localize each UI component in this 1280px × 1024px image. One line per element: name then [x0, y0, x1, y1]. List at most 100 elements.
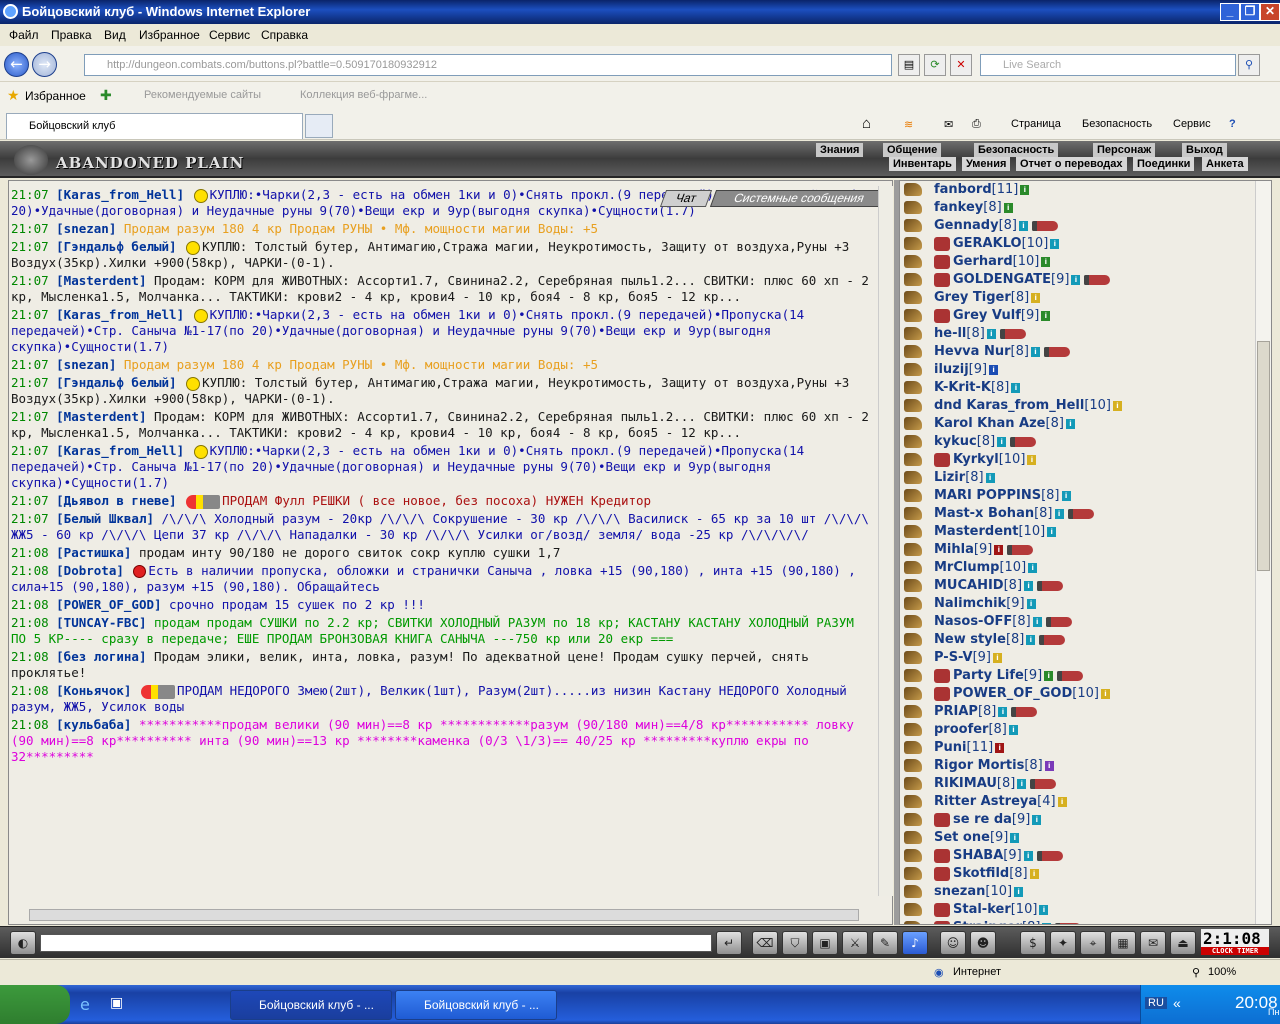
user-entry[interactable]: MUCAHID[8] i: [934, 578, 1064, 593]
user-entry[interactable]: Strainger[8]i: [934, 920, 1082, 924]
private-message-icon[interactable]: [904, 525, 922, 538]
user-row[interactable]: he-ll[8] i: [900, 325, 1254, 343]
user-info-icon[interactable]: i: [1065, 418, 1075, 429]
zoom-level[interactable]: 100%: [1208, 966, 1236, 978]
private-message-icon[interactable]: [904, 759, 922, 772]
user-entry[interactable]: proofer[8] i: [934, 722, 1018, 737]
friends-icon[interactable]: ☻: [970, 931, 996, 955]
user-name[interactable]: Hevva Nur: [934, 344, 1011, 359]
user-entry[interactable]: fankey[8] i: [934, 200, 1013, 215]
user-info-icon[interactable]: i: [1018, 220, 1028, 231]
user-entry[interactable]: dnd Karas_from_Hell[10] i: [934, 398, 1122, 413]
user-entry[interactable]: kykuc[8] i: [934, 434, 1037, 449]
music-icon[interactable]: ♪: [902, 931, 928, 955]
private-message-icon[interactable]: [904, 363, 922, 376]
filter-icon[interactable]: ⛉: [782, 931, 808, 955]
user-name[interactable]: snezan: [934, 884, 985, 899]
user-entry[interactable]: snezan[10] i: [934, 884, 1024, 899]
recommended-sites-link[interactable]: Рекомендуемые сайты: [144, 89, 261, 101]
mail-game-icon[interactable]: ✉: [1140, 931, 1166, 955]
user-row[interactable]: snezan[10] i: [900, 883, 1254, 901]
user-name[interactable]: New style: [934, 632, 1006, 647]
user-name[interactable]: Kyrkyl: [953, 452, 999, 467]
user-info-icon[interactable]: i: [998, 706, 1008, 717]
user-name[interactable]: GOLDENGATE: [953, 272, 1051, 287]
user-entry[interactable]: Grey Tiger[8] i: [934, 290, 1041, 305]
chat-horizontal-scrollbar[interactable]: [29, 909, 859, 921]
user-name[interactable]: Grey Tiger: [934, 290, 1011, 305]
user-row[interactable]: Puni[11] i: [900, 739, 1254, 757]
private-message-icon[interactable]: [904, 795, 922, 808]
tab-active[interactable]: Бойцовский клуб: [6, 113, 303, 139]
user-name[interactable]: Gennady: [934, 218, 999, 233]
user-entry[interactable]: Gerhard[10] i: [934, 254, 1051, 269]
nav-battles[interactable]: Поединки: [1133, 157, 1195, 171]
user-entry[interactable]: Kyrkyl[10] i: [934, 452, 1037, 467]
user-info-icon[interactable]: i: [1010, 832, 1020, 843]
menu-view[interactable]: Вид: [104, 28, 126, 42]
compat-view-icon[interactable]: ▤: [898, 54, 920, 76]
private-message-icon[interactable]: [904, 201, 922, 214]
user-entry[interactable]: Skotfild[8] i: [934, 866, 1039, 881]
tools-menu[interactable]: Сервис: [1173, 118, 1211, 130]
chat-nick[interactable]: [Гэндальф белый]: [56, 239, 176, 254]
user-entry[interactable]: Party Life[9] i: [934, 668, 1084, 683]
nav-knowledge[interactable]: Знания: [816, 143, 864, 157]
user-name[interactable]: he-ll: [934, 326, 966, 341]
private-message-icon[interactable]: [904, 183, 922, 196]
user-row[interactable]: GOLDENGATE[9] i: [900, 271, 1254, 289]
add-favorite-icon[interactable]: ✚: [100, 87, 112, 104]
user-info-icon[interactable]: i: [1041, 256, 1051, 267]
nav-inventory[interactable]: Инвентарь: [889, 157, 956, 171]
ie-quicklaunch-icon[interactable]: e: [80, 995, 90, 1014]
user-name[interactable]: MrClump: [934, 560, 999, 575]
user-name[interactable]: Stal-ker: [953, 902, 1011, 917]
user-row[interactable]: fanbord[11] i: [900, 181, 1254, 199]
user-row[interactable]: POWER_OF_GOD[10] i: [900, 685, 1254, 703]
chat-vertical-scrollbar[interactable]: [878, 186, 893, 896]
private-message-icon[interactable]: [904, 903, 922, 916]
new-tab-button[interactable]: [305, 114, 333, 138]
user-info-icon[interactable]: i: [1057, 796, 1067, 807]
user-info-icon[interactable]: i: [1047, 526, 1057, 537]
user-name[interactable]: Mast-x Bohan: [934, 506, 1034, 521]
user-entry[interactable]: Grey Vulf[9] i: [934, 308, 1051, 323]
money-icon[interactable]: $: [1020, 931, 1046, 955]
user-row[interactable]: Hevva Nur[8] i: [900, 343, 1254, 361]
menu-edit[interactable]: Правка: [51, 28, 92, 42]
web-slice-gallery-link[interactable]: Коллекция веб-фрагме...: [300, 89, 427, 101]
language-indicator[interactable]: RU: [1145, 997, 1167, 1009]
user-info-icon[interactable]: i: [1026, 634, 1036, 645]
private-message-icon[interactable]: [904, 327, 922, 340]
user-entry[interactable]: Karol Khan Aze[8] i: [934, 416, 1075, 431]
private-message-icon[interactable]: [904, 615, 922, 628]
user-entry[interactable]: he-ll[8] i: [934, 326, 1026, 341]
chat-nick[interactable]: [Белый Шквал]: [56, 511, 154, 526]
user-row[interactable]: Mast-x Bohan[8] i: [900, 505, 1254, 523]
chat-nick[interactable]: [Дьявол в гневе]: [56, 493, 176, 508]
user-row[interactable]: MUCAHID[8] i: [900, 577, 1254, 595]
user-info-icon[interactable]: i: [1039, 904, 1049, 915]
user-info-icon[interactable]: i: [986, 328, 996, 339]
tab-system-messages[interactable]: Системные сообщения: [709, 190, 889, 207]
user-name[interactable]: Set one: [934, 830, 990, 845]
user-name[interactable]: iluzij: [934, 362, 969, 377]
user-row[interactable]: SHABA[9] i: [900, 847, 1254, 865]
chat-nick[interactable]: [Гэндальф белый]: [56, 375, 176, 390]
user-row[interactable]: Rigor Mortis[8] i: [900, 757, 1254, 775]
private-message-icon[interactable]: [904, 489, 922, 502]
private-message-icon[interactable]: [904, 687, 922, 700]
user-name[interactable]: Karol Khan Aze: [934, 416, 1046, 431]
private-message-icon[interactable]: [904, 777, 922, 790]
private-message-icon[interactable]: [904, 471, 922, 484]
user-info-icon[interactable]: i: [1050, 238, 1060, 249]
private-message-icon[interactable]: [904, 417, 922, 430]
user-entry[interactable]: Mast-x Bohan[8] i: [934, 506, 1094, 521]
private-message-icon[interactable]: [904, 723, 922, 736]
user-row[interactable]: kykuc[8] i: [900, 433, 1254, 451]
user-row[interactable]: MARI POPPINS[8] i: [900, 487, 1254, 505]
user-entry[interactable]: Gennady[8] i: [934, 218, 1058, 233]
private-message-icon[interactable]: [904, 309, 922, 322]
user-name[interactable]: MUCAHID: [934, 578, 1004, 593]
user-row[interactable]: Masterdent[10] i: [900, 523, 1254, 541]
